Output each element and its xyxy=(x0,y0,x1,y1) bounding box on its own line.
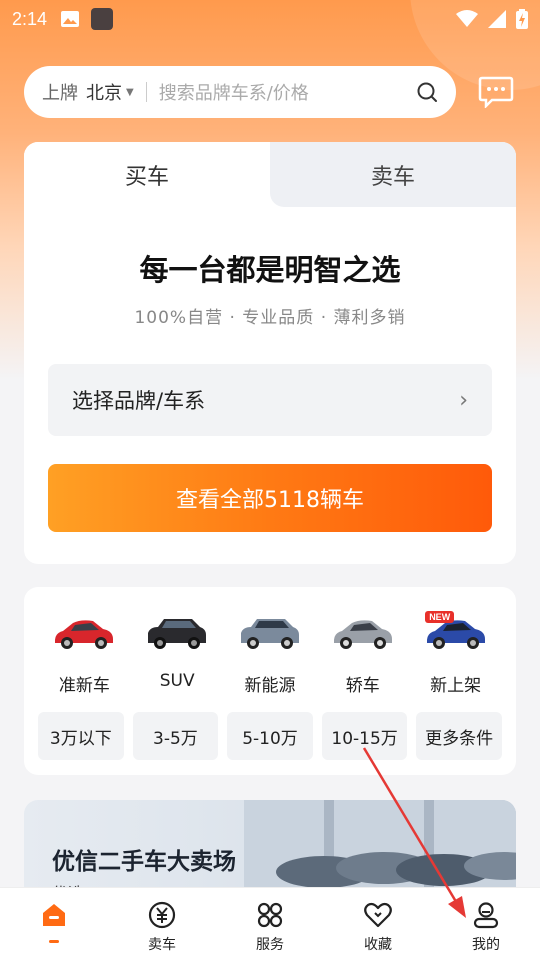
category-new-energy[interactable]: 新能源 xyxy=(224,613,317,696)
category-near-new[interactable]: 准新车 xyxy=(38,613,131,696)
nav-sell-car[interactable]: 卖车 xyxy=(108,888,216,960)
gallery-notification-icon xyxy=(61,11,80,27)
card-title: 每一台都是明智之选 xyxy=(139,253,401,287)
more-filters-chip[interactable]: 更多条件 xyxy=(416,712,502,760)
app-notification-icon xyxy=(91,8,114,30)
red-car-icon xyxy=(55,620,114,649)
category-label: 新能源 xyxy=(244,676,296,696)
suv-car-icon xyxy=(148,619,207,649)
category-sedan[interactable]: 轿车 xyxy=(316,613,409,696)
caret-down-icon: ▼ xyxy=(126,86,134,98)
tab-buy-car[interactable]: 买车 xyxy=(24,142,270,207)
battery-charging-icon xyxy=(516,9,528,29)
price-filter-row: 3万以下 3-5万 5-10万 10-15万 更多条件 xyxy=(24,712,516,760)
nav-my-account[interactable]: 我的 xyxy=(432,888,540,960)
message-icon xyxy=(478,76,514,108)
signal-icon xyxy=(488,10,506,28)
category-label: 准新车 xyxy=(58,676,110,696)
banner-title: 优信二手车大卖场 xyxy=(52,849,236,875)
search-box[interactable]: 上牌 北京 ▼ 搜索品牌车系/价格 xyxy=(24,66,456,118)
status-right xyxy=(456,9,528,29)
message-button[interactable] xyxy=(476,72,516,112)
buy-card: 买车 卖车 每一台都是明智之选 100%自营 · 专业品质 · 薄利多销 选择品… xyxy=(24,142,516,564)
view-all-cars-button[interactable]: 查看全部5118辆车 xyxy=(48,464,492,532)
chevron-right-icon: › xyxy=(459,387,468,413)
active-indicator xyxy=(49,940,59,943)
price-chip-5-10w[interactable]: 5-10万 xyxy=(227,712,313,760)
category-label: 轿车 xyxy=(345,676,380,696)
category-suv[interactable]: SUV xyxy=(131,613,224,696)
search-row: 上牌 北京 ▼ 搜索品牌车系/价格 xyxy=(24,66,516,118)
nav-services[interactable]: 服务 xyxy=(216,888,324,960)
nav-label: 卖车 xyxy=(148,937,176,953)
search-divider xyxy=(145,82,147,102)
nav-home[interactable] xyxy=(0,888,108,960)
heart-icon xyxy=(364,902,392,928)
card-subtitle: 100%自营 · 专业品质 · 薄利多销 xyxy=(134,308,406,328)
category-card: 准新车 SUV 新能源 轿车 NEW 新上架 3万以下 3-5万 5-10万 1… xyxy=(24,587,516,775)
search-icon[interactable] xyxy=(416,81,438,103)
brand-series-selector[interactable]: 选择品牌/车系 › xyxy=(48,364,492,436)
plate-label: 上牌 xyxy=(42,83,78,104)
buy-sell-tabs: 买车 卖车 xyxy=(24,142,516,207)
nav-label: 我的 xyxy=(472,937,500,953)
nav-label: 服务 xyxy=(256,937,284,953)
tab-sell-car[interactable]: 卖车 xyxy=(270,142,516,207)
nav-favorites[interactable]: 收藏 xyxy=(324,888,432,960)
grid-services-icon xyxy=(257,902,283,928)
wifi-icon xyxy=(456,10,478,27)
yen-coin-icon xyxy=(148,901,176,929)
price-chip-3-5w[interactable]: 3-5万 xyxy=(132,712,219,760)
user-icon xyxy=(473,902,499,929)
category-label: SUV xyxy=(159,671,195,691)
price-chip-under-3w[interactable]: 3万以下 xyxy=(38,712,124,760)
status-time: 2:14 xyxy=(12,8,48,29)
category-row: 准新车 SUV 新能源 轿车 NEW 新上架 xyxy=(24,611,516,696)
category-new-listings[interactable]: NEW 新上架 xyxy=(409,611,502,696)
price-chip-10-15w[interactable]: 10-15万 xyxy=(321,712,408,760)
sedan-car-icon xyxy=(333,620,392,649)
bottom-nav: 卖车 服务 收藏 我的 xyxy=(0,887,540,960)
category-label: 新上架 xyxy=(430,676,482,696)
home-icon xyxy=(43,904,65,926)
nav-label: 收藏 xyxy=(364,937,392,953)
ev-car-icon xyxy=(240,619,299,649)
search-input[interactable]: 搜索品牌车系/价格 xyxy=(159,79,416,105)
new-badge: NEW xyxy=(425,611,455,623)
city-selector[interactable]: 北京 xyxy=(86,79,122,105)
brand-selector-label: 选择品牌/车系 xyxy=(72,389,206,413)
status-bar: 2:14 xyxy=(0,0,540,38)
